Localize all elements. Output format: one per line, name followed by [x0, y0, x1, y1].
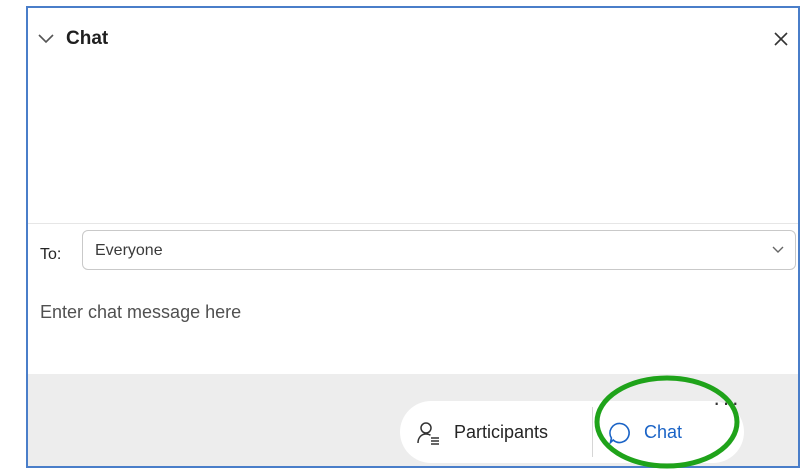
meeting-toolbar-area: Participants Chat: [28, 374, 798, 466]
toolbar-separator: [592, 407, 593, 457]
recipient-select-value: Everyone: [95, 242, 163, 259]
more-options-icon: ···: [713, 390, 741, 415]
chat-message-input[interactable]: [40, 292, 780, 332]
chat-label: Chat: [644, 422, 683, 442]
chat-panel: Chat To: Everyone Enter chat message her…: [26, 6, 800, 468]
chat-bubble-icon: [609, 422, 630, 445]
recipient-select[interactable]: Everyone: [82, 230, 796, 270]
chat-panel-header: Chat: [28, 8, 798, 70]
meeting-toolbar: Participants Chat: [400, 401, 744, 463]
more-options-button[interactable]: ···: [713, 390, 747, 420]
recipient-label: To:: [40, 246, 62, 263]
divider: [28, 223, 798, 224]
recipient-row: To: Everyone: [28, 230, 798, 286]
participants-label: Participants: [454, 422, 549, 442]
chat-button[interactable]: Chat: [608, 401, 720, 463]
close-icon[interactable]: [772, 30, 790, 48]
chevron-down-icon[interactable]: [37, 32, 55, 46]
participants-button[interactable]: Participants: [416, 401, 576, 463]
participants-icon: [417, 422, 439, 445]
chevron-down-icon: [772, 246, 784, 253]
panel-title: Chat: [66, 28, 109, 49]
